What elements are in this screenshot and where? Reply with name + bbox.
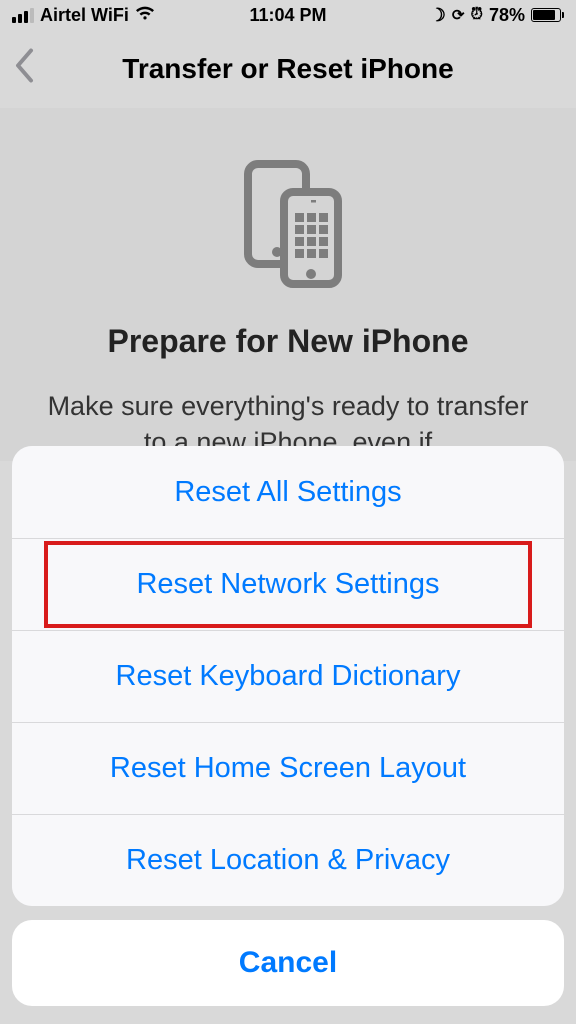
page-title: Transfer or Reset iPhone [122,53,453,85]
cancel-button[interactable]: Cancel [12,920,564,1006]
battery-icon [531,8,564,22]
wifi-icon [135,5,155,26]
background-content: Prepare for New iPhone Make sure everyth… [0,108,576,461]
sheet-item-label: Reset Home Screen Layout [110,752,466,785]
sheet-item-label: Reset Network Settings [136,568,439,601]
carrier-label: Airtel WiFi [40,5,129,26]
reset-location-privacy-button[interactable]: Reset Location & Privacy [12,814,564,906]
sheet-item-label: Reset Keyboard Dictionary [116,660,461,693]
alarm-icon: ⏰︎ [470,6,482,24]
action-sheet: Reset All Settings Reset Network Setting… [0,446,576,1024]
reset-home-screen-layout-button[interactable]: Reset Home Screen Layout [12,722,564,814]
signal-icon [12,8,34,23]
status-bar: Airtel WiFi 11:04 PM ☽ ⟳ ⏰︎ 78% [0,0,576,30]
moon-icon: ☽ [430,5,446,26]
sheet-item-label: Reset Location & Privacy [126,844,450,877]
nav-bar: Transfer or Reset iPhone [0,30,576,108]
devices-icon [228,158,348,293]
reset-all-settings-button[interactable]: Reset All Settings [12,446,564,538]
orientation-lock-icon: ⟳ [452,6,465,24]
sheet-item-label: Reset All Settings [174,476,401,509]
reset-keyboard-dictionary-button[interactable]: Reset Keyboard Dictionary [12,630,564,722]
reset-network-settings-button[interactable]: Reset Network Settings [12,538,564,630]
back-button[interactable] [14,49,34,90]
cancel-label: Cancel [239,946,337,980]
prepare-title: Prepare for New iPhone [20,323,556,360]
battery-pct: 78% [489,5,525,26]
